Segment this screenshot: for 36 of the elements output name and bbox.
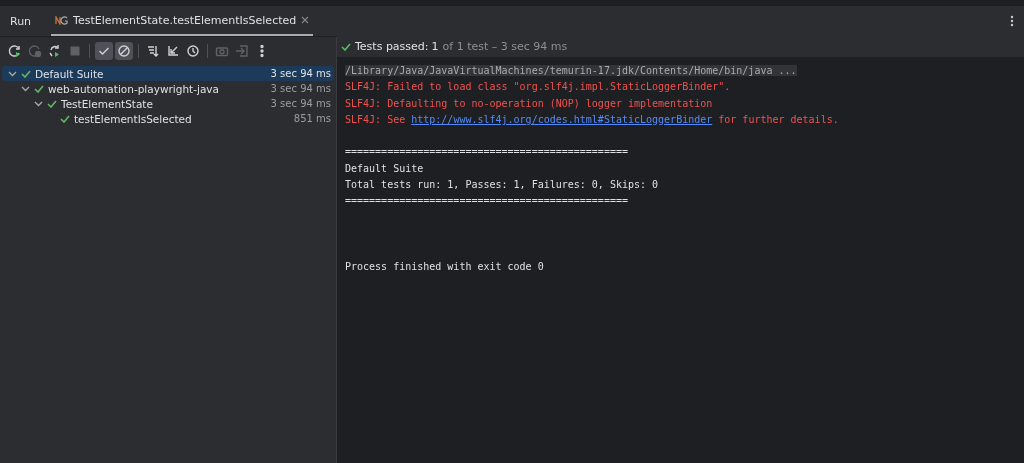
error-line: SLF4J: Defaulting to no-operation (NOP) logger implementation [345, 96, 714, 111]
tests-summary: of 1 test – 3 sec 94 ms [442, 40, 568, 53]
run-tab[interactable]: TestElementState.testElementIsSelected [51, 6, 314, 36]
show-passed-button[interactable] [95, 42, 113, 60]
export-icon [235, 44, 249, 58]
tree-item[interactable]: TestElementState 3 sec 94 ms [2, 96, 334, 111]
error-line: SLF4J: See [345, 113, 407, 125]
console-line: Process finished with exit code 0 [345, 259, 545, 274]
console-line: =============================================== [345, 194, 629, 209]
test-class-icon [55, 15, 69, 25]
console-link[interactable]: http://www.slf4j.org/codes.html#StaticLoggerBinder [411, 113, 713, 125]
clock-icon [186, 44, 200, 58]
show-ignored-button[interactable] [115, 42, 133, 60]
stop-icon [68, 44, 82, 58]
history-button[interactable] [184, 42, 202, 60]
console-line: =============================================== [345, 145, 629, 160]
tree-item[interactable]: Default Suite 3 sec 94 ms [2, 66, 334, 81]
rerun-icon [8, 44, 22, 58]
console-line: Default Suite [345, 161, 425, 176]
sort-icon [146, 44, 160, 58]
close-icon[interactable] [301, 16, 310, 24]
passed-count: 1 [431, 40, 439, 53]
tool-window-title: Run [10, 14, 32, 28]
error-line: SLF4J: Failed to load class "org.slf4j.impl.StaticLoggerBinder". [345, 80, 732, 95]
error-line: for further details. [717, 113, 839, 125]
check-icon [341, 42, 351, 51]
tree-item[interactable]: testElementIsSelected 851 ms [2, 111, 334, 126]
console-line: Total tests run: 1, Passes: 1, Failures: 0, Skips: 0 [345, 178, 660, 193]
rerun-icon [28, 44, 42, 58]
rerun-icon [48, 44, 62, 58]
camera-icon [215, 44, 229, 58]
tree-item[interactable]: web-automation-playwright-java 3 sec 94 ms [2, 81, 334, 96]
prohibited-icon [117, 44, 131, 58]
more-icon[interactable] [1010, 15, 1014, 27]
tests-passed-label: Tests passed: [355, 40, 429, 53]
arrow-icon [166, 44, 180, 58]
